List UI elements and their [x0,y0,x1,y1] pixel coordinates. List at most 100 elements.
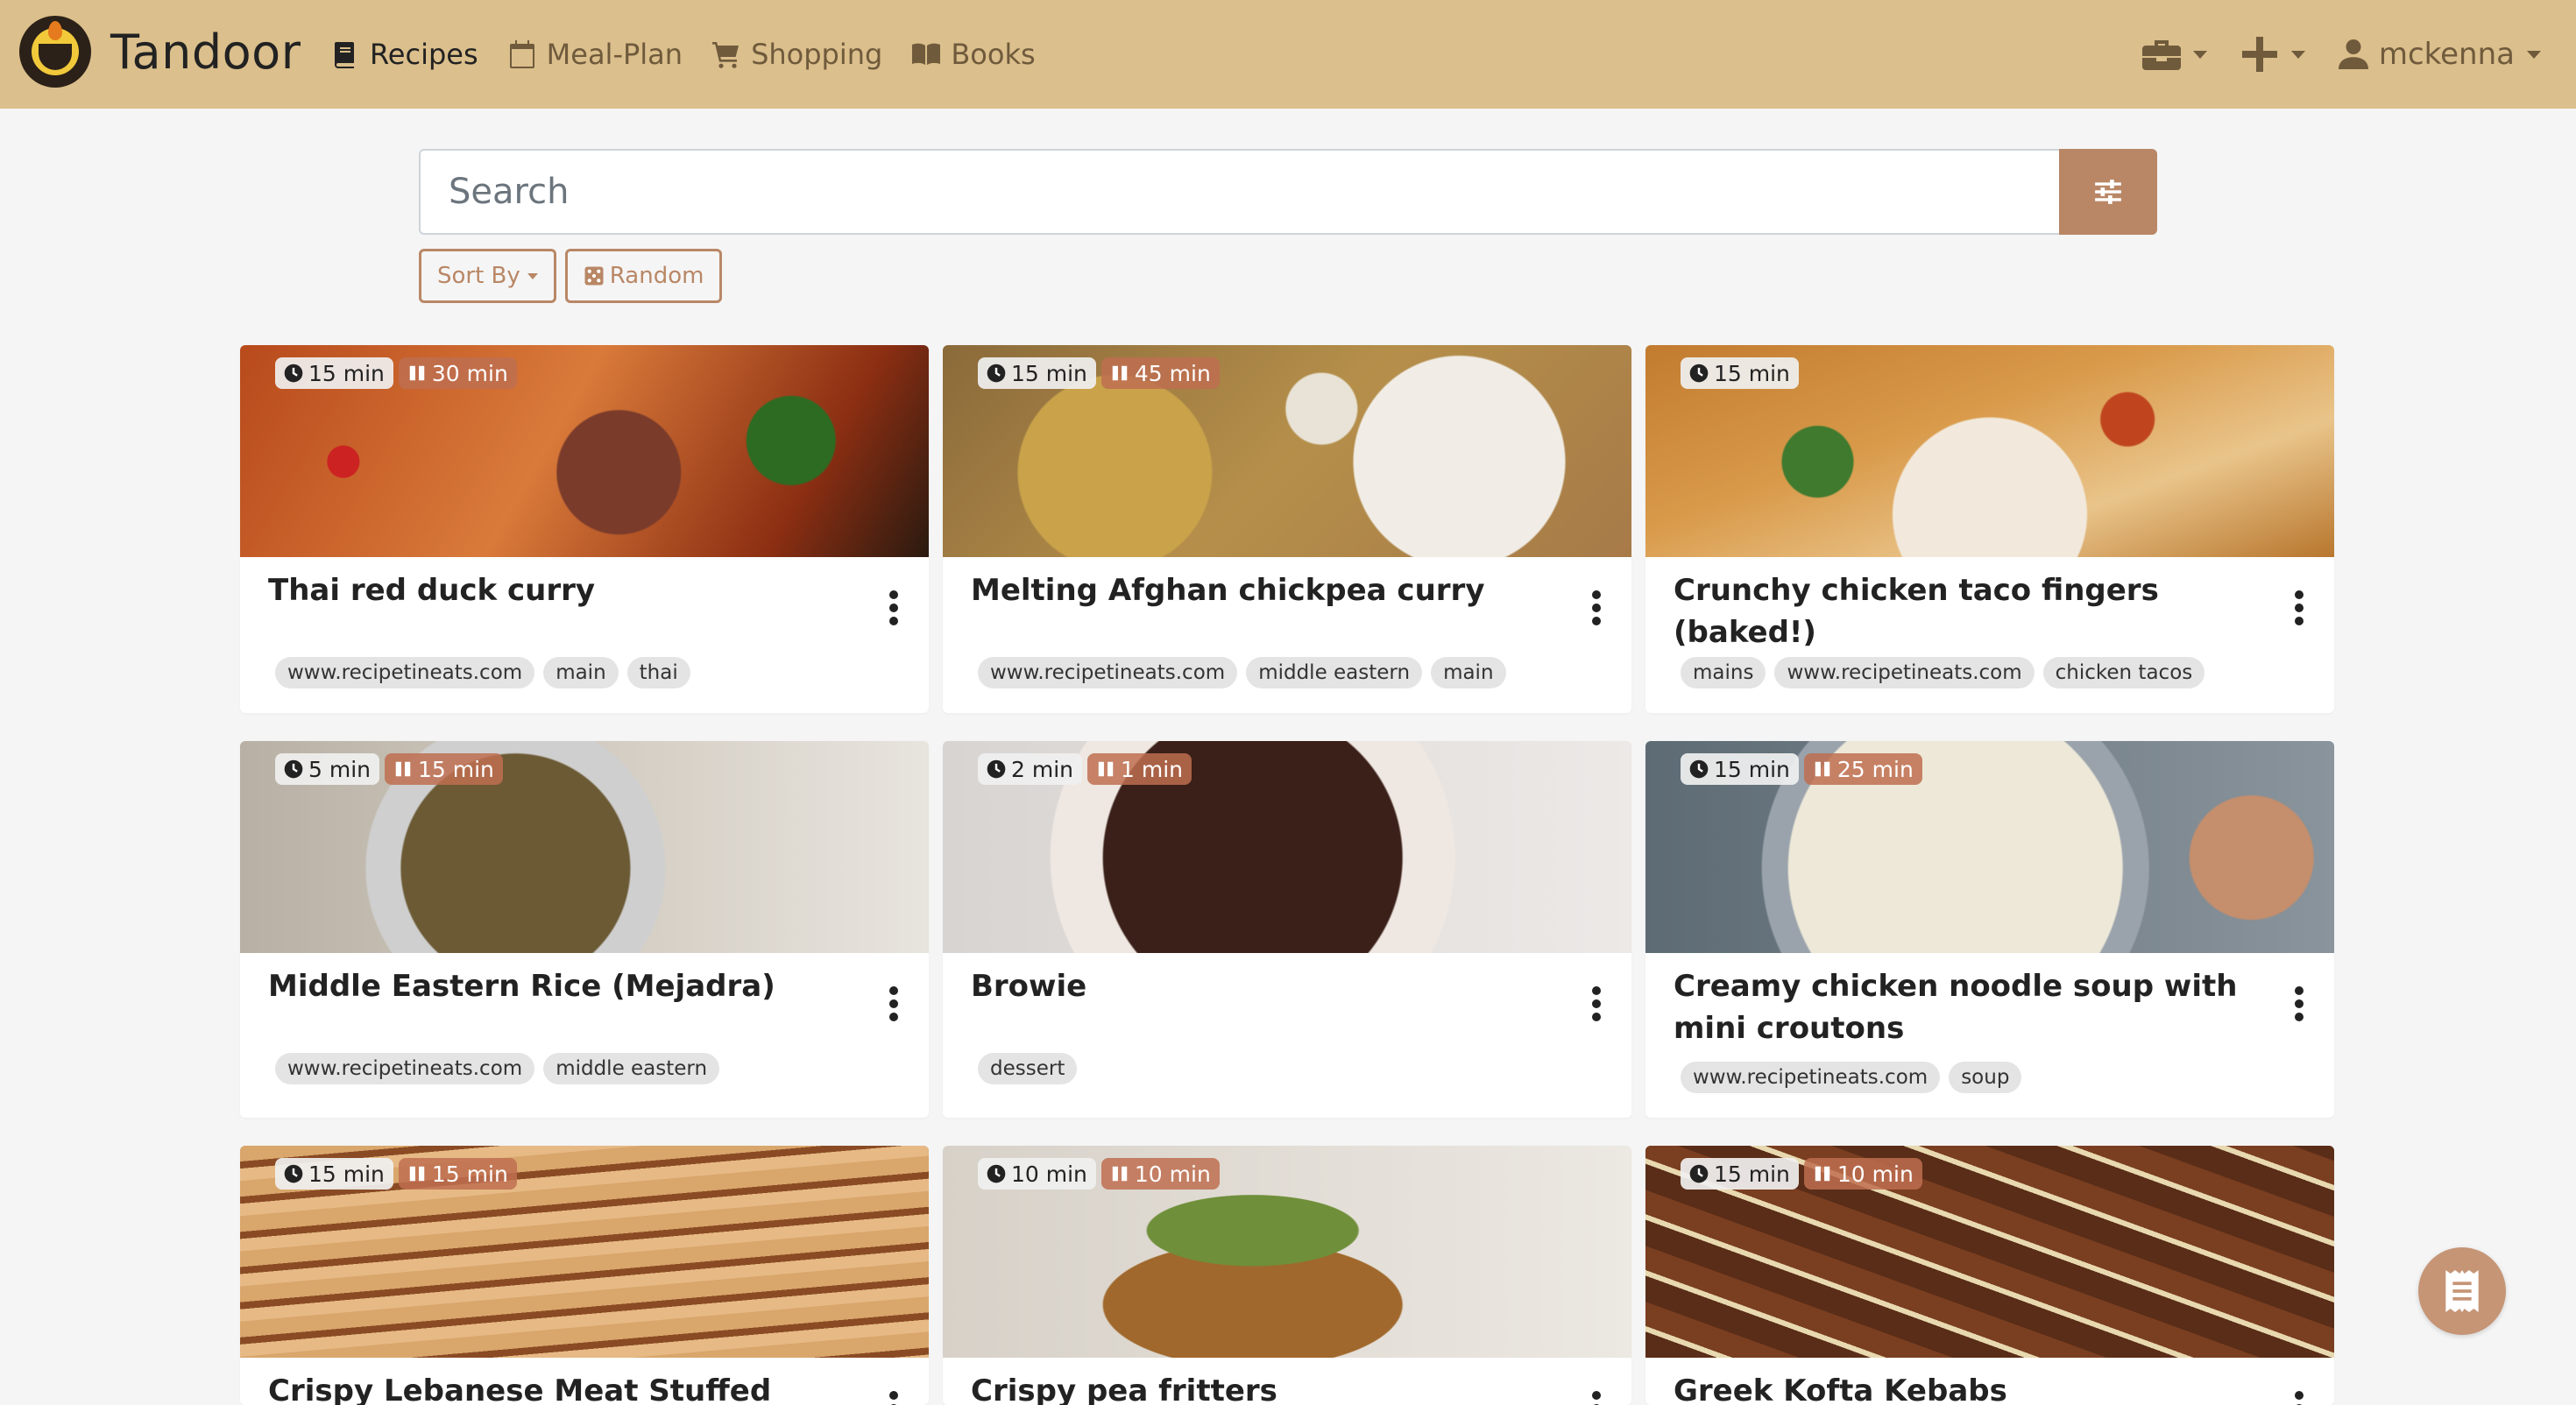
add-dropdown[interactable] [2240,37,2305,72]
random-label: Random [609,263,704,289]
recipe-tag[interactable]: chicken tacos [2042,657,2205,688]
toolbox-icon [2141,40,2181,70]
recipe-image: 15 min 45 min [943,345,1631,557]
recipe-tag[interactable]: main [1431,657,1506,688]
recipe-image: 2 min 1 min [943,741,1631,953]
clock-icon [987,1164,1006,1183]
working-time-badge: 15 min [275,1158,393,1190]
pause-icon [1098,761,1114,777]
recipe-card[interactable]: 5 min 15 min Middle Eastern Rice (Mejadr… [240,741,929,1118]
recipe-title[interactable]: Crispy Lebanese Meat Stuffed Pita - [268,1370,846,1405]
recipe-title[interactable]: Crunchy chicken taco fingers (baked!) [1674,569,2252,653]
recipe-image: 15 min 30 min [240,345,929,557]
recipe-card[interactable]: 15 min 25 min Creamy chicken noodle soup… [1645,741,2334,1118]
recipe-card[interactable]: 15 min 45 min Melting Afghan chickpea cu… [943,345,1631,713]
waiting-time: 25 min [1836,756,1914,782]
recipe-title[interactable]: Creamy chicken noodle soup with mini cro… [1674,965,2252,1049]
nav-books-label: Books [951,38,1036,71]
waiting-time-badge: 30 min [398,357,517,389]
waiting-time-badge: 1 min [1087,753,1192,785]
recipe-menu-icon[interactable] [888,1391,899,1405]
brand-link[interactable]: Tandoor [19,16,301,88]
recipe-menu-icon[interactable] [1591,986,1602,1021]
time-badges: 5 min 15 min [275,753,508,785]
toolbox-dropdown[interactable] [2141,37,2207,72]
recipe-title[interactable]: Crispy pea fritters [971,1370,1549,1405]
recipe-menu-icon[interactable] [1591,590,1602,625]
user-dropdown[interactable]: mckenna [2338,37,2541,72]
recipe-tag[interactable]: thai [626,657,690,688]
recipe-title[interactable]: Melting Afghan chickpea curry [971,569,1549,611]
recipe-card[interactable]: 15 min 10 min Greek Kofta Kebabs [1645,1146,2334,1405]
waiting-time-badge: 15 min [385,753,503,785]
time-badges: 15 min 15 min [275,1158,522,1190]
working-time-badge: 15 min [275,357,393,389]
clock-icon [284,1164,303,1183]
recipe-title[interactable]: Thai red duck curry [268,569,846,611]
recipe-tag[interactable]: www.recipetineats.com [978,657,1238,688]
nav-right: mckenna [2109,0,2541,109]
working-time-badge: 2 min [978,753,1082,785]
recipe-menu-icon[interactable] [2294,1391,2304,1405]
working-time: 2 min [1011,756,1073,782]
working-time: 15 min [1714,756,1790,782]
waiting-time-badge: 10 min [1100,1158,1220,1190]
recipe-tag[interactable]: middle eastern [1246,657,1423,688]
shopping-list-fab[interactable] [2418,1247,2506,1335]
working-time: 5 min [308,756,371,782]
recipe-tag[interactable]: main [543,657,619,688]
recipe-title[interactable]: Greek Kofta Kebabs [1674,1370,2252,1405]
recipe-menu-icon[interactable] [2294,590,2304,625]
cart-icon [712,42,740,68]
recipe-tags: www.recipetineats.com main thai [275,657,699,688]
recipe-tag[interactable]: www.recipetineats.com [275,657,535,688]
recipe-tag[interactable]: soup [1949,1062,2022,1093]
search-options: Sort By Random [419,249,731,303]
advanced-search-button[interactable] [2059,149,2157,235]
working-time: 15 min [308,360,385,386]
recipe-card[interactable]: 15 min Crunchy chicken taco fingers (bak… [1645,345,2334,713]
recipe-card[interactable]: 15 min 15 min Crispy Lebanese Meat Stuff… [240,1146,929,1405]
nav-shopping-label: Shopping [751,38,883,71]
recipe-tag[interactable]: middle eastern [543,1053,720,1084]
waiting-time: 1 min [1121,756,1183,782]
recipe-menu-icon[interactable] [888,590,899,625]
waiting-time: 15 min [431,1161,508,1187]
user-name: mckenna [2378,37,2515,72]
recipe-card[interactable]: 10 min 10 min Crispy pea fritters [943,1146,1631,1405]
working-time-badge: 10 min [978,1158,1096,1190]
recipe-tags: mains www.recipetineats.com chicken taco… [1681,657,2213,688]
nav-meal-plan[interactable]: Meal-Plan [508,38,683,71]
working-time: 10 min [1011,1161,1087,1187]
recipe-image: 15 min [1645,345,2334,557]
sort-by-button[interactable]: Sort By [419,249,556,303]
recipe-tag[interactable]: www.recipetineats.com [1774,657,2035,688]
recipe-title[interactable]: Middle Eastern Rice (Mejadra) [268,965,846,1007]
recipe-title[interactable]: Browie [971,965,1549,1007]
recipe-menu-icon[interactable] [888,986,899,1021]
book-icon [335,42,354,68]
recipe-tag[interactable]: www.recipetineats.com [1681,1062,1941,1093]
recipe-tag[interactable]: mains [1681,657,1766,688]
waiting-time: 30 min [431,360,508,386]
waiting-time: 15 min [418,756,494,782]
recipe-tag[interactable]: www.recipetineats.com [275,1053,535,1084]
recipe-menu-icon[interactable] [1591,1391,1602,1405]
waiting-time-badge: 25 min [1803,753,1922,785]
chevron-down-icon [2192,50,2207,59]
recipe-card[interactable]: 2 min 1 min Browie dessert [943,741,1631,1118]
working-time: 15 min [1714,360,1790,386]
recipe-menu-icon[interactable] [2294,986,2304,1021]
waiting-time: 10 min [1134,1161,1211,1187]
time-badges: 15 min [1681,357,1804,389]
nav-recipes[interactable]: Recipes [331,38,478,71]
search-input[interactable] [419,149,2059,235]
sort-by-label: Sort By [437,263,520,289]
recipe-card[interactable]: 15 min 30 min Thai red duck curry www.re… [240,345,929,713]
random-button[interactable]: Random [564,249,723,303]
recipe-tag[interactable]: dessert [978,1053,1078,1084]
chevron-down-icon [527,272,538,279]
nav-books[interactable]: Books [912,38,1036,71]
time-badges: 2 min 1 min [978,753,1197,785]
nav-shopping[interactable]: Shopping [712,38,882,71]
